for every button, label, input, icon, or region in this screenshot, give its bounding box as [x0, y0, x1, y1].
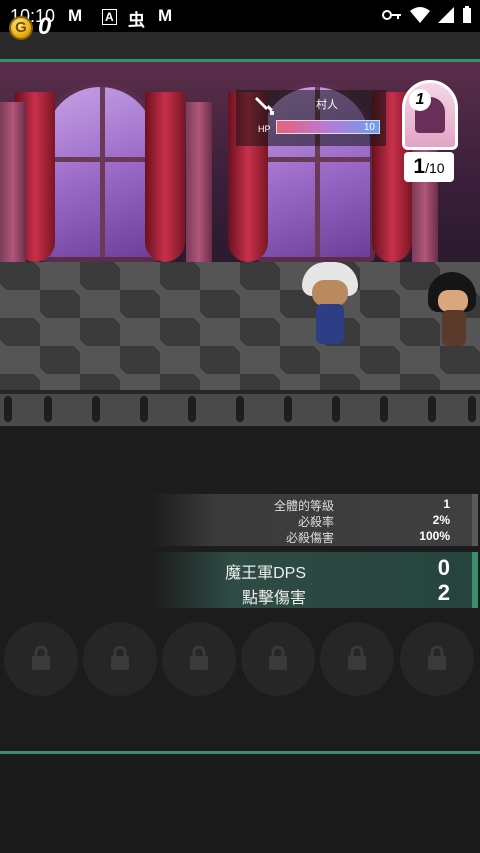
- locked-slot[interactable]: [162, 622, 236, 696]
- stat-row: 必殺傷害 100%: [150, 529, 450, 545]
- pillar: [0, 102, 26, 272]
- hero-character: [302, 262, 358, 352]
- baluster: [332, 396, 340, 422]
- stat-label: 必殺傷害: [285, 531, 334, 545]
- lock-icon: [32, 646, 50, 670]
- locked-slot[interactable]: [320, 622, 394, 696]
- bottom-area: [0, 754, 480, 853]
- baluster: [92, 396, 100, 422]
- gmail-icon-2: M: [158, 6, 173, 25]
- dps-row: 點擊傷害 2: [150, 580, 450, 607]
- stat-value: 100%: [419, 529, 450, 543]
- checkered-floor: [0, 262, 480, 392]
- hp-label: HP: [258, 124, 271, 134]
- enemy-name: 村人: [316, 99, 338, 111]
- wave-total: 10: [429, 160, 445, 176]
- baluster: [428, 396, 436, 422]
- baluster: [140, 396, 148, 422]
- wave-badge: 1 1/10: [398, 80, 462, 184]
- coin-count: 0: [38, 13, 52, 40]
- dps-row: 魔王軍DPS 0: [150, 555, 450, 582]
- wave-counter: 1/10: [404, 152, 454, 182]
- lock-icon: [348, 646, 366, 670]
- hp-value: 10: [363, 122, 375, 133]
- lock-icon: [111, 646, 129, 670]
- locked-slot[interactable]: [83, 622, 157, 696]
- baluster: [236, 396, 244, 422]
- stat-row: 全體的等級 1: [150, 497, 450, 513]
- tap-damage-value: 2: [437, 580, 450, 605]
- locked-slots: [0, 622, 480, 702]
- baluster: [4, 396, 12, 422]
- stat-value: 1: [443, 497, 450, 511]
- bug-app-icon: 虫: [128, 11, 145, 30]
- stat-value: 2%: [432, 513, 450, 527]
- enemy-character[interactable]: [428, 272, 476, 352]
- baluster: [188, 396, 196, 422]
- wave-badge-number: 1: [409, 89, 431, 111]
- status-bar: 10:10 M A 虫 M: [0, 0, 480, 32]
- key-icon: [382, 10, 401, 20]
- castle-door-icon: 1: [402, 80, 458, 150]
- wave-current: 1: [413, 155, 426, 178]
- dps-panel: 魔王軍DPS 0 點擊傷害 2: [150, 552, 478, 608]
- castle-window-left: [40, 82, 160, 262]
- lock-icon: [269, 646, 287, 670]
- pillar: [186, 102, 212, 272]
- stat-label: 必殺率: [297, 515, 334, 529]
- baluster: [284, 396, 292, 422]
- lock-icon: [190, 646, 208, 670]
- locked-slot[interactable]: [400, 622, 474, 696]
- curtain: [145, 92, 185, 262]
- locked-slot[interactable]: [241, 622, 315, 696]
- wifi-icon: [410, 7, 430, 23]
- stats-panel: 全體的等級 1 必殺率 2% 必殺傷害 100%: [150, 494, 478, 546]
- sword-icon: [255, 97, 274, 115]
- signal-icon: [438, 7, 454, 23]
- baluster: [380, 396, 388, 422]
- app-a-icon: A: [102, 9, 117, 25]
- stat-row: 必殺率 2%: [150, 513, 450, 529]
- locked-slot[interactable]: [4, 622, 78, 696]
- battery-icon: [463, 6, 471, 23]
- status-icons: [382, 6, 472, 24]
- stat-label: 全體的等級: [273, 499, 334, 513]
- enemy-info-panel: 村人 HP 10: [236, 90, 386, 146]
- hp-bar: 10: [276, 120, 380, 134]
- baluster: [44, 396, 52, 422]
- dps-value: 0: [437, 555, 450, 580]
- baluster: [468, 396, 476, 422]
- tap-damage-label: 點擊傷害: [241, 590, 306, 607]
- top-bar: [0, 32, 480, 62]
- gmail-icon: M: [68, 6, 83, 25]
- lock-icon: [428, 646, 446, 670]
- coin-icon: G: [9, 16, 33, 40]
